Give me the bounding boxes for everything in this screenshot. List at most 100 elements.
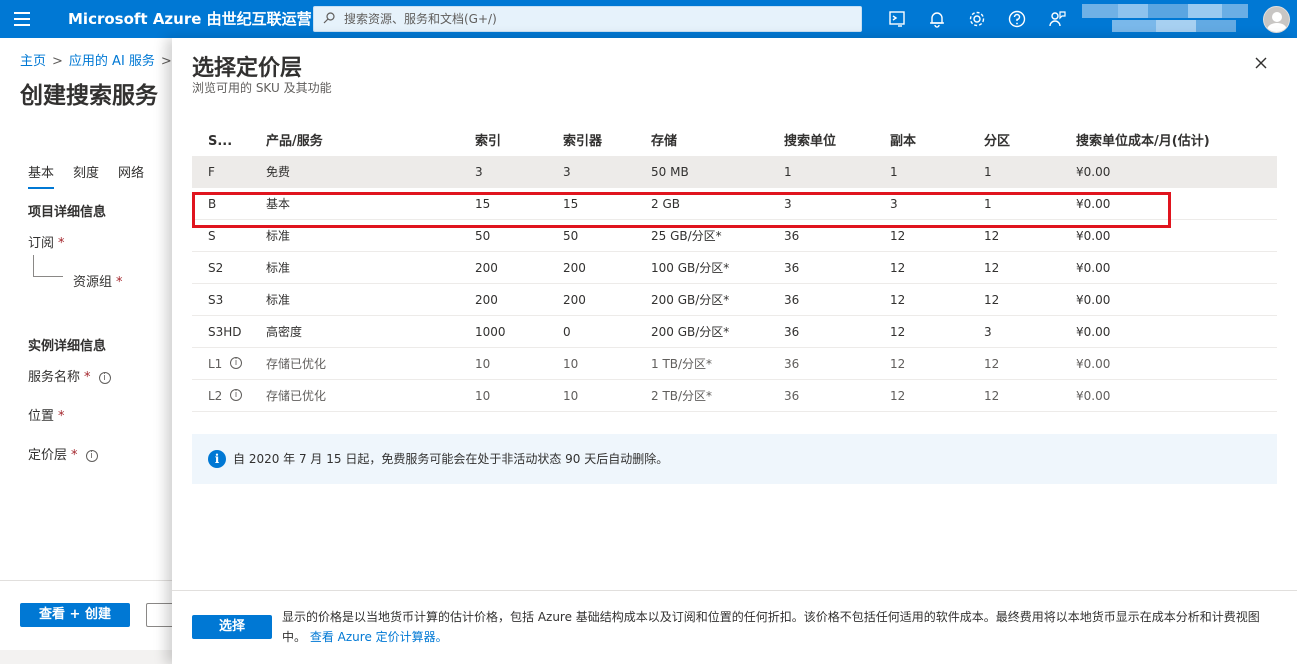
select-button[interactable]: 选择 — [192, 615, 272, 639]
cell-storage: 200 GB/分区* — [651, 325, 730, 339]
tab-basics[interactable]: 基本 — [28, 162, 55, 189]
resource-group-label: 资源组 * — [73, 275, 123, 290]
account-info-redacted[interactable] — [1082, 2, 1252, 36]
gear-icon[interactable] — [967, 9, 987, 29]
cell-storage: 100 GB/分区* — [651, 261, 730, 275]
cell-search-units: 36 — [784, 261, 800, 275]
service-name-label: 服务名称 * i — [28, 366, 111, 385]
cell-indexers: 50 — [563, 229, 579, 243]
cell-indexers: 200 — [563, 261, 586, 275]
table-row[interactable]: B 基本 15 15 2 GB 3 3 1 ¥0.00 — [192, 188, 1277, 220]
blade-subtitle: 浏览可用的 SKU 及其功能 — [192, 81, 332, 95]
info-icon: i — [208, 450, 226, 468]
cell-replicas: 12 — [890, 229, 906, 243]
cell-offer: 基本 — [266, 197, 291, 211]
avatar-icon[interactable] — [1263, 6, 1290, 33]
cell-search-units: 3 — [784, 197, 792, 211]
hamburger-icon[interactable] — [14, 12, 30, 26]
cell-partitions: 12 — [984, 389, 1000, 403]
cell-replicas: 12 — [890, 357, 906, 371]
blade-footer: 选择 显示的价格是以当地货币计算的估计价格，包括 Azure 基础结构成本以及订… — [172, 590, 1297, 664]
column-header-search-units[interactable]: 搜索单位 — [784, 124, 836, 156]
project-details-heading: 项目详细信息 — [28, 205, 107, 220]
cell-sku: F — [208, 165, 215, 179]
info-banner: i 自 2020 年 7 月 15 日起，免费服务可能会在处于非活动状态 90 … — [192, 434, 1277, 484]
column-header-offer[interactable]: 产品/服务 — [266, 124, 323, 156]
cell-offer: 标准 — [266, 229, 291, 243]
cell-search-units: 36 — [784, 389, 800, 403]
cell-replicas: 1 — [890, 165, 898, 179]
cell-search-units: 36 — [784, 357, 800, 371]
table-row[interactable]: S3 标准 200 200 200 GB/分区* 36 12 12 ¥0.00 — [192, 284, 1277, 316]
table-row[interactable]: S2 标准 200 200 100 GB/分区* 36 12 12 ¥0.00 — [192, 252, 1277, 284]
cell-offer: 标准 — [266, 261, 291, 275]
info-icon[interactable]: i — [230, 389, 242, 401]
cell-partitions: 12 — [984, 229, 1000, 243]
cell-storage: 1 TB/分区* — [651, 357, 713, 371]
cell-replicas: 12 — [890, 293, 906, 307]
table-row[interactable]: L2 i 存储已优化 10 10 2 TB/分区* 36 12 12 ¥0.00 — [192, 380, 1277, 412]
pricing-tier-label: 定价层 * i — [28, 444, 98, 463]
table-row[interactable]: S3HD 高密度 1000 0 200 GB/分区* 36 12 3 ¥0.00 — [192, 316, 1277, 348]
wizard-tabs: 基本 刻度 网络 — [28, 162, 163, 189]
top-bar: Microsoft Azure 由世纪互联运营 搜索资源、服务和文档(G+/) — [0, 0, 1297, 38]
feedback-icon[interactable] — [1047, 9, 1067, 29]
cell-indexers: 10 — [563, 389, 579, 403]
page-title: 创建搜索服务 — [20, 83, 158, 109]
info-icon[interactable]: i — [85, 449, 98, 462]
instance-details-heading: 实例详细信息 — [28, 339, 107, 354]
close-icon[interactable] — [1252, 54, 1270, 72]
cell-indexes: 200 — [475, 261, 498, 275]
cell-indexes: 10 — [475, 357, 491, 371]
cell-replicas: 12 — [890, 261, 906, 275]
cell-replicas: 12 — [890, 389, 906, 403]
column-header-indexes[interactable]: 索引 — [475, 124, 501, 156]
tab-scale[interactable]: 刻度 — [73, 162, 99, 187]
tab-networking[interactable]: 网络 — [118, 162, 144, 187]
global-search-input[interactable]: 搜索资源、服务和文档(G+/) — [313, 6, 862, 32]
table-row[interactable]: L1 i 存储已优化 10 10 1 TB/分区* 36 12 12 ¥0.00 — [192, 348, 1277, 380]
column-header-storage[interactable]: 存储 — [651, 124, 677, 156]
column-header-cost[interactable]: 搜索单位成本/月(估计) — [1076, 124, 1210, 156]
cell-storage: 2 GB — [651, 197, 680, 211]
pricing-calculator-link[interactable]: 查看 Azure 定价计算器。 — [310, 630, 448, 644]
cell-indexers: 15 — [563, 197, 579, 211]
create-search-service-page: 主页 > 应用的 AI 服务 > 创建搜索服务 基本 刻度 网络 项目详细信息 订阅 * 资… — [0, 38, 186, 664]
column-header-replicas[interactable]: 副本 — [890, 124, 916, 156]
cell-sku: L1 — [208, 357, 223, 371]
location-label: 位置 * — [28, 409, 65, 424]
pricing-tier-table: S... 产品/服务 索引 索引器 存储 搜索单位 副本 分区 搜索单位成本/月… — [192, 124, 1277, 412]
cell-storage: 50 MB — [651, 165, 689, 179]
info-icon[interactable]: i — [230, 357, 242, 369]
cell-search-units: 36 — [784, 229, 800, 243]
bell-icon[interactable] — [927, 9, 947, 29]
breadcrumb-separator: > — [52, 54, 63, 69]
cell-partitions: 12 — [984, 293, 1000, 307]
review-create-button[interactable]: 查看 + 创建 — [20, 603, 130, 627]
cell-cost: ¥0.00 — [1076, 165, 1111, 179]
cell-cost: ¥0.00 — [1076, 293, 1111, 307]
horizontal-scrollbar[interactable] — [0, 650, 172, 664]
cell-partitions: 1 — [984, 197, 992, 211]
breadcrumb-ai-services[interactable]: 应用的 AI 服务 — [69, 54, 155, 69]
blade-title: 选择定价层 — [192, 56, 303, 81]
subscription-label: 订阅 * — [28, 236, 65, 251]
cell-indexes: 3 — [475, 165, 483, 179]
table-row[interactable]: F 免费 3 3 50 MB 1 1 1 ¥0.00 — [192, 156, 1277, 188]
cell-search-units: 1 — [784, 165, 792, 179]
column-header-indexers[interactable]: 索引器 — [563, 124, 602, 156]
cell-sku: S3 — [208, 293, 224, 307]
column-header-sku[interactable]: S... — [208, 124, 232, 156]
portal-brand[interactable]: Microsoft Azure 由世纪互联运营 — [68, 0, 312, 38]
info-icon[interactable]: i — [98, 371, 111, 384]
table-row[interactable]: S 标准 50 50 25 GB/分区* 36 12 12 ¥0.00 — [192, 220, 1277, 252]
cell-indexes: 10 — [475, 389, 491, 403]
cell-offer: 存储已优化 — [266, 389, 327, 403]
breadcrumb: 主页 > 应用的 AI 服务 > — [20, 50, 178, 69]
cloud-shell-icon[interactable] — [887, 9, 907, 29]
cell-sku: S — [208, 229, 216, 243]
breadcrumb-home[interactable]: 主页 — [20, 54, 46, 69]
column-header-partitions[interactable]: 分区 — [984, 124, 1010, 156]
help-icon[interactable] — [1007, 9, 1027, 29]
cell-cost: ¥0.00 — [1076, 229, 1111, 243]
